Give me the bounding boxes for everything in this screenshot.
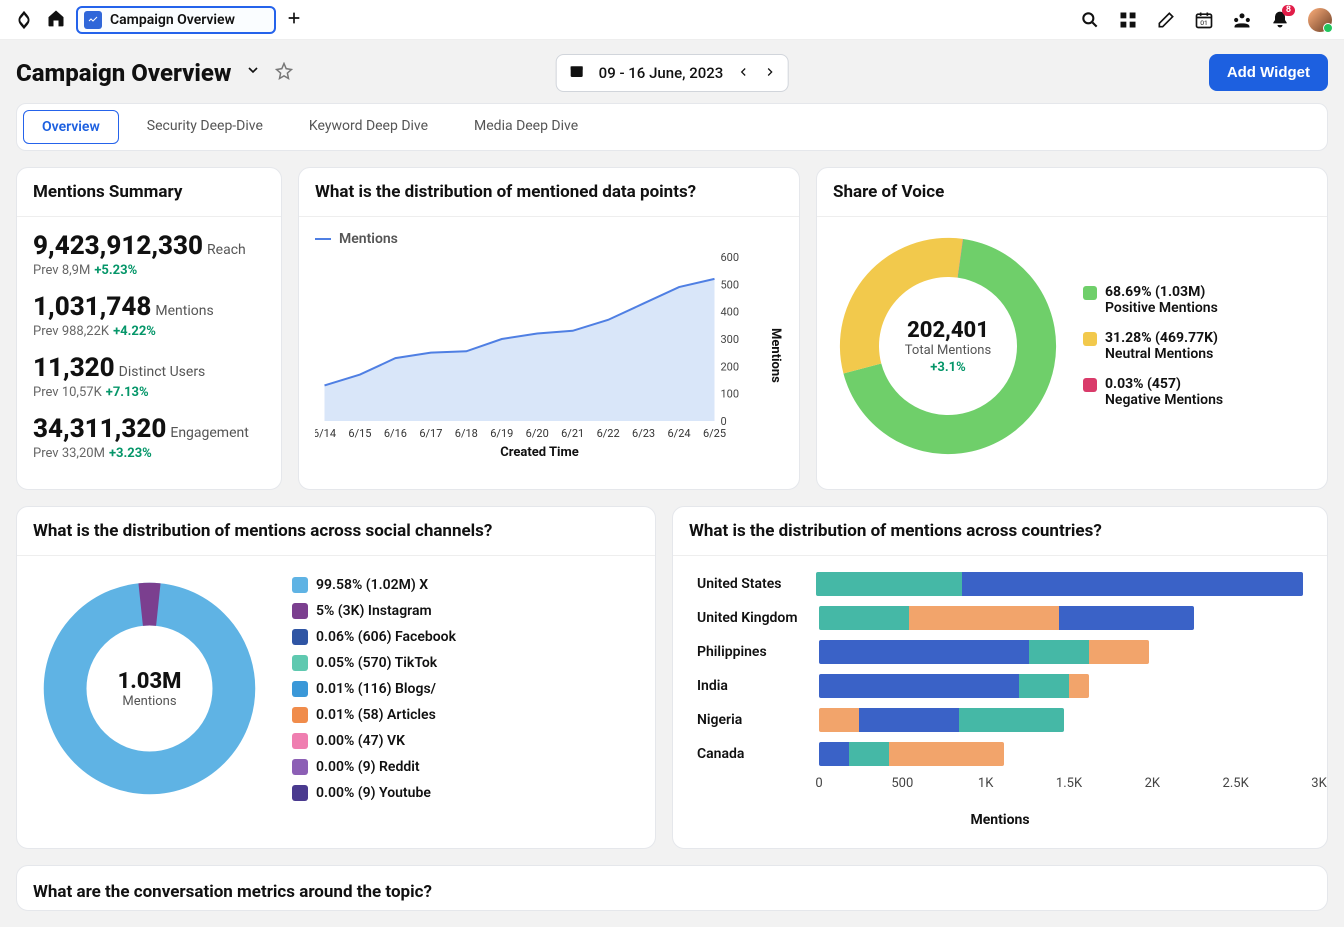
social-total-label: Mentions xyxy=(122,694,176,709)
svg-text:200: 200 xyxy=(721,360,740,373)
legend-item: 5% (3K) Instagram xyxy=(292,603,456,619)
svg-text:6/21: 6/21 xyxy=(561,427,584,440)
user-avatar[interactable] xyxy=(1308,8,1332,32)
card-title: What are the conversation metrics around… xyxy=(17,866,1327,910)
summary-metric: 9,423,912,330ReachPrev 8,9M+5.23% xyxy=(33,231,265,278)
sov-delta: +3.1% xyxy=(930,360,965,375)
search-icon[interactable] xyxy=(1080,10,1100,30)
tab-keyword[interactable]: Keyword Deep Dive xyxy=(291,110,446,144)
svg-text:100: 100 xyxy=(721,388,740,401)
svg-text:6/18: 6/18 xyxy=(455,427,478,440)
chart-legend: Mentions xyxy=(315,231,783,247)
legend-swatch xyxy=(315,238,331,240)
summary-metric: 1,031,748MentionsPrev 988,22K+4.22% xyxy=(33,292,265,339)
mentions-summary-card: Mentions Summary 9,423,912,330ReachPrev … xyxy=(16,167,282,490)
social-total-value: 1.03M xyxy=(118,669,182,694)
date-range-picker[interactable]: 09 - 16 June, 2023 xyxy=(556,54,789,92)
workspace-tab[interactable]: Campaign Overview xyxy=(76,6,276,34)
favorite-star-icon[interactable] xyxy=(275,62,293,84)
svg-text:6/24: 6/24 xyxy=(667,427,690,440)
country-row: Nigeria xyxy=(697,708,1303,732)
sov-total-value: 202,401 xyxy=(907,318,989,343)
title-dropdown-icon[interactable] xyxy=(245,62,261,83)
social-legend: 99.58% (1.02M) X 5% (3K) Instagram 0.06% (… xyxy=(292,577,456,801)
page-title: Campaign Overview xyxy=(16,59,231,87)
country-row: United Kingdom xyxy=(697,606,1303,630)
summary-metric: 34,311,320EngagementPrev 33,20M+3.23% xyxy=(33,414,265,461)
legend-item: 99.58% (1.02M) X xyxy=(292,577,456,593)
svg-text:6/20: 6/20 xyxy=(526,427,549,440)
x-axis-label: Created Time xyxy=(315,445,764,460)
legend-item: 0.01% (58) Articles xyxy=(292,707,456,723)
legend-item: 0.00% (47) VK xyxy=(292,733,456,749)
community-icon[interactable] xyxy=(1232,10,1252,30)
calendar-small-icon xyxy=(569,63,585,83)
share-of-voice-card: Share of Voice 202,401 Total Mentions +3… xyxy=(816,167,1328,490)
svg-text:6/22: 6/22 xyxy=(597,427,620,440)
card-title: What is the distribution of mentions acr… xyxy=(17,507,655,556)
top-icon-bar: 01 8 xyxy=(1080,8,1332,32)
legend-item: 0.06% (606) Facebook xyxy=(292,629,456,645)
legend-item: 0.00% (9) Youtube xyxy=(292,785,456,801)
add-widget-button[interactable]: Add Widget xyxy=(1209,54,1328,91)
svg-text:6/25: 6/25 xyxy=(703,427,726,440)
legend-item: 0.01% (116) Blogs/ xyxy=(292,681,456,697)
svg-text:01: 01 xyxy=(1200,19,1207,27)
card-title: Mentions Summary xyxy=(17,168,281,217)
card-title: Share of Voice xyxy=(817,168,1327,217)
svg-text:400: 400 xyxy=(721,306,740,319)
country-row: India xyxy=(697,674,1303,698)
legend-item: 0.05% (570) TikTok xyxy=(292,655,456,671)
legend-item: 0.03% (457)Negative Mentions xyxy=(1083,376,1223,408)
svg-text:6/17: 6/17 xyxy=(419,427,442,440)
conversation-metrics-card: What are the conversation metrics around… xyxy=(16,865,1328,911)
tab-security[interactable]: Security Deep-Dive xyxy=(129,110,281,144)
svg-text:6/23: 6/23 xyxy=(632,427,655,440)
tab-media[interactable]: Media Deep Dive xyxy=(456,110,596,144)
svg-text:600: 600 xyxy=(721,251,740,264)
social-donut-chart: 1.03M Mentions xyxy=(37,576,262,801)
legend-item: 31.28% (469.77K)Neutral Mentions xyxy=(1083,330,1223,362)
social-channels-card: What is the distribution of mentions acr… xyxy=(16,506,656,849)
country-row: Canada xyxy=(697,742,1303,766)
countries-card: What is the distribution of mentions acr… xyxy=(672,506,1328,849)
legend-item: 0.00% (9) Reddit xyxy=(292,759,456,775)
svg-text:6/15: 6/15 xyxy=(348,427,371,440)
compose-icon[interactable] xyxy=(1156,10,1176,30)
home-icon[interactable] xyxy=(46,8,66,32)
svg-text:300: 300 xyxy=(721,333,740,346)
sov-legend: 68.69% (1.03M)Positive Mentions 31.28% (4… xyxy=(1083,284,1223,408)
tab-overview[interactable]: Overview xyxy=(23,110,119,144)
sov-total-label: Total Mentions xyxy=(905,343,991,358)
app-logo-icon[interactable] xyxy=(12,8,36,32)
date-range-label: 09 - 16 June, 2023 xyxy=(599,64,724,82)
line-chart: 60050040030020010006/146/156/166/176/186… xyxy=(315,251,764,441)
notifications-icon[interactable]: 8 xyxy=(1270,10,1290,30)
notification-badge: 8 xyxy=(1282,5,1295,16)
workspace-tab-label: Campaign Overview xyxy=(110,12,235,28)
top-bar: Campaign Overview 01 8 xyxy=(0,0,1344,40)
svg-text:6/16: 6/16 xyxy=(384,427,407,440)
date-next-icon[interactable] xyxy=(763,64,775,82)
apps-grid-icon[interactable] xyxy=(1118,10,1138,30)
svg-text:500: 500 xyxy=(721,278,740,291)
calendar-icon[interactable]: 01 xyxy=(1194,10,1214,30)
mentions-distribution-card: What is the distribution of mentioned da… xyxy=(298,167,800,490)
sov-donut-chart: 202,401 Total Mentions +3.1% xyxy=(833,231,1063,461)
view-tabs: Overview Security Deep-Dive Keyword Deep… xyxy=(16,103,1328,151)
dashboard-tab-icon xyxy=(84,11,102,29)
y-axis-label: Mentions xyxy=(768,328,783,383)
card-title: What is the distribution of mentioned da… xyxy=(299,168,799,217)
svg-text:6/19: 6/19 xyxy=(490,427,513,440)
legend-item: 68.69% (1.03M)Positive Mentions xyxy=(1083,284,1223,316)
country-row: United States xyxy=(697,572,1303,596)
date-prev-icon[interactable] xyxy=(737,64,749,82)
country-row: Philippines xyxy=(697,640,1303,664)
country-x-label: Mentions xyxy=(697,812,1303,828)
page-header: Campaign Overview 09 - 16 June, 2023 Add… xyxy=(0,40,1344,103)
summary-metric: 11,320Distinct UsersPrev 10,57K+7.13% xyxy=(33,353,265,400)
svg-text:6/14: 6/14 xyxy=(315,427,336,440)
add-tab-button[interactable] xyxy=(286,10,302,30)
card-title: What is the distribution of mentions acr… xyxy=(673,507,1327,556)
